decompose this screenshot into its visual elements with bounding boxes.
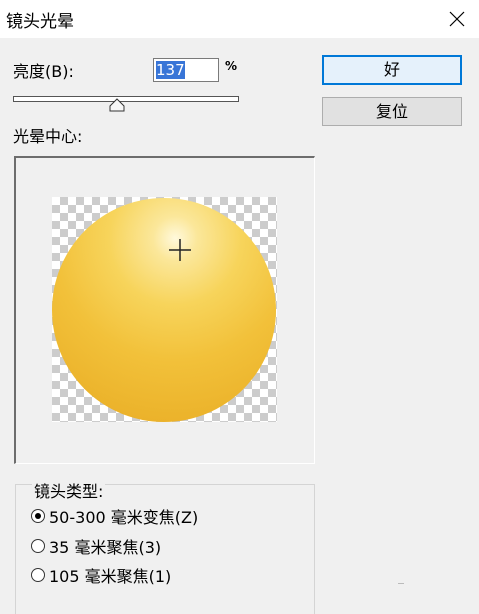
lens-type-label: 镜头类型:	[32, 478, 106, 502]
radio-button[interactable]	[31, 509, 45, 523]
lens-option-label: 50-300 毫米变焦(Z)	[49, 508, 199, 527]
flare-center-label: 光晕中心:	[13, 127, 83, 146]
brightness-value: 137	[156, 61, 185, 79]
lens-option-label: 35 毫米聚焦(3)	[49, 538, 162, 557]
brightness-label: 亮度(B):	[13, 62, 74, 81]
window-title: 镜头光晕	[6, 12, 74, 32]
slider-thumb[interactable]	[109, 98, 125, 112]
lens-option-label: 105 毫米聚焦(1)	[49, 567, 172, 586]
crosshair-icon[interactable]	[168, 238, 192, 262]
close-button[interactable]	[435, 0, 479, 38]
flare-preview-sphere[interactable]	[52, 198, 276, 422]
radio-button[interactable]	[31, 568, 45, 582]
brightness-slider[interactable]	[13, 96, 239, 102]
close-icon	[449, 11, 465, 27]
lens-option-50-300[interactable]: 50-300 毫米变焦(Z)	[31, 505, 198, 527]
ok-button[interactable]: 好	[322, 55, 462, 85]
title-bar: 镜头光晕	[0, 0, 479, 38]
corner-mark	[398, 583, 404, 588]
percent-unit: %	[225, 59, 238, 73]
lens-option-105[interactable]: 105 毫米聚焦(1)	[31, 564, 171, 586]
reset-button[interactable]: 复位	[322, 97, 462, 126]
brightness-input[interactable]: 137	[153, 58, 219, 82]
lens-option-35[interactable]: 35 毫米聚焦(3)	[31, 535, 161, 557]
radio-button[interactable]	[31, 539, 45, 553]
